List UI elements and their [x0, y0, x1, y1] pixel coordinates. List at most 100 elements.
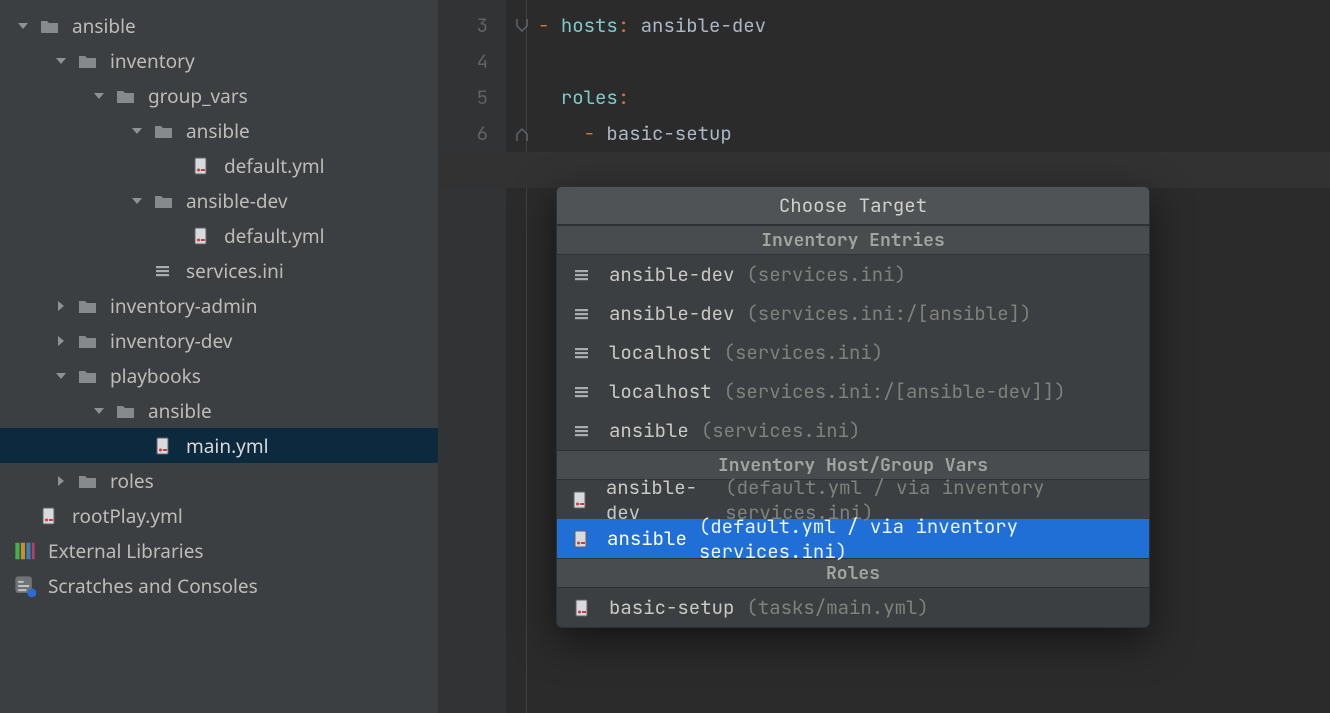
tree-item-label: playbooks: [110, 363, 201, 389]
tree-item-default-yml[interactable]: default.yml: [0, 148, 438, 183]
tree-item-ansible-dev[interactable]: ansible-dev: [0, 183, 438, 218]
yaml-icon: [190, 155, 212, 177]
chevron-none: [166, 227, 184, 245]
tree-item-rootplay-yml[interactable]: rootPlay.yml: [0, 498, 438, 533]
popup-item[interactable]: ansible-dev(services.ini): [557, 255, 1149, 294]
popup-item-label: ansible: [609, 418, 689, 443]
popup-title: Choose Target: [557, 187, 1149, 225]
chevron-down-icon[interactable]: [90, 402, 108, 420]
tree-item-ansible[interactable]: ansible: [0, 113, 438, 148]
code-line[interactable]: - hosts: ansible-dev: [538, 8, 1330, 44]
code-editor[interactable]: 34567 - hosts: ansible-dev roles: - basi…: [438, 0, 1330, 713]
yaml-icon: [152, 435, 174, 457]
popup-item-label: ansible: [607, 526, 687, 551]
external-libraries[interactable]: External Libraries: [0, 533, 438, 568]
chevron-down-icon[interactable]: [52, 52, 70, 70]
libraries-icon: [14, 540, 36, 562]
scratches-label: Scratches and Consoles: [48, 573, 258, 599]
folder-icon: [152, 120, 174, 142]
code-line[interactable]: - basic-setup: [538, 116, 1330, 152]
tree-item-default-yml[interactable]: default.yml: [0, 218, 438, 253]
tree-item-ansible[interactable]: ansible: [0, 8, 438, 43]
ini-icon: [571, 264, 593, 286]
chevron-none: [128, 437, 146, 455]
yaml-icon: [190, 225, 212, 247]
tree-item-label: ansible: [148, 398, 212, 424]
chevron-none: [14, 507, 32, 525]
tree-item-ansible[interactable]: ansible: [0, 393, 438, 428]
tree-item-inventory-admin[interactable]: inventory-admin: [0, 288, 438, 323]
ini-icon: [571, 303, 593, 325]
chevron-right-icon[interactable]: [52, 332, 70, 350]
popup-item[interactable]: basic-setup(tasks/main.yml): [557, 588, 1149, 627]
fold-indicator: [508, 80, 536, 116]
tree-item-main-yml[interactable]: main.yml: [0, 428, 438, 463]
chevron-down-icon[interactable]: [52, 367, 70, 385]
ini-icon: [152, 260, 174, 282]
tree-item-label: inventory-admin: [110, 293, 258, 319]
tree-item-label: group_vars: [148, 83, 248, 109]
popup-item-meta: (services.ini:/[ansible-dev]]): [724, 379, 1066, 404]
tree-item-roles[interactable]: roles: [0, 463, 438, 498]
popup-section-header: Inventory Entries: [557, 225, 1149, 255]
popup-item-label: ansible-dev: [609, 301, 734, 326]
folder-icon: [114, 400, 136, 422]
popup-item[interactable]: localhost(services.ini): [557, 333, 1149, 372]
tree-item-services-ini[interactable]: services.ini: [0, 253, 438, 288]
chevron-down-icon[interactable]: [90, 87, 108, 105]
folder-icon: [76, 50, 98, 72]
tree-item-label: ansible: [72, 13, 136, 39]
chevron-none: [128, 262, 146, 280]
popup-item[interactable]: ansible (services.ini): [557, 411, 1149, 450]
scratches-and-consoles[interactable]: Scratches and Consoles: [0, 568, 438, 603]
folder-icon: [76, 470, 98, 492]
folder-icon: [38, 15, 60, 37]
tree-item-label: roles: [110, 468, 154, 494]
yaml-icon: [38, 505, 60, 527]
scratches-icon: [14, 575, 36, 597]
ini-icon: [571, 420, 593, 442]
choose-target-popup: Choose Target Inventory Entriesansible-d…: [556, 186, 1150, 628]
tree-item-group-vars[interactable]: group_vars: [0, 78, 438, 113]
fold-indicator: [508, 116, 536, 152]
code-line[interactable]: roles:: [538, 80, 1330, 116]
project-tree[interactable]: ansibleinventorygroup_varsansibledefault…: [0, 0, 438, 713]
popup-item[interactable]: ansible(default.yml / via inventory serv…: [557, 519, 1149, 558]
folder-icon: [152, 190, 174, 212]
line-number: 5: [438, 80, 506, 116]
line-number: 6: [438, 116, 506, 152]
chevron-right-icon[interactable]: [52, 297, 70, 315]
line-number: 3: [438, 8, 506, 44]
chevron-down-icon[interactable]: [128, 122, 146, 140]
popup-item-label: basic-setup: [609, 595, 734, 620]
popup-item[interactable]: localhost (services.ini:/[ansible-dev]]): [557, 372, 1149, 411]
line-number: 4: [438, 44, 506, 80]
popup-item-label: localhost: [609, 340, 712, 365]
fold-indicator: [508, 44, 536, 80]
yaml-icon: [571, 528, 591, 550]
external-libraries-label: External Libraries: [48, 538, 204, 564]
popup-item[interactable]: ansible-dev (services.ini:/[ansible]): [557, 294, 1149, 333]
tree-item-playbooks[interactable]: playbooks: [0, 358, 438, 393]
ini-icon: [571, 342, 593, 364]
ini-icon: [571, 381, 593, 403]
popup-item-meta: (services.ini:/[ansible]): [746, 301, 1031, 326]
tree-item-label: rootPlay.yml: [72, 503, 183, 529]
popup-item-meta: (services.ini): [701, 418, 861, 443]
chevron-right-icon[interactable]: [52, 472, 70, 490]
tree-item-label: ansible: [186, 118, 250, 144]
yaml-icon: [571, 489, 590, 511]
chevron-down-icon[interactable]: [14, 17, 32, 35]
popup-item-meta: (services.ini): [746, 262, 906, 287]
tree-item-label: ansible-dev: [186, 188, 288, 214]
popup-item-label: ansible-dev: [606, 475, 713, 525]
code-line[interactable]: [538, 152, 1330, 188]
tree-item-inventory[interactable]: inventory: [0, 43, 438, 78]
folder-icon: [76, 330, 98, 352]
chevron-down-icon[interactable]: [128, 192, 146, 210]
tree-item-inventory-dev[interactable]: inventory-dev: [0, 323, 438, 358]
popup-item-meta: (default.yml / via inventory services.in…: [699, 514, 1135, 564]
popup-item-label: localhost: [609, 379, 712, 404]
folder-icon: [114, 85, 136, 107]
code-line[interactable]: [538, 44, 1330, 80]
